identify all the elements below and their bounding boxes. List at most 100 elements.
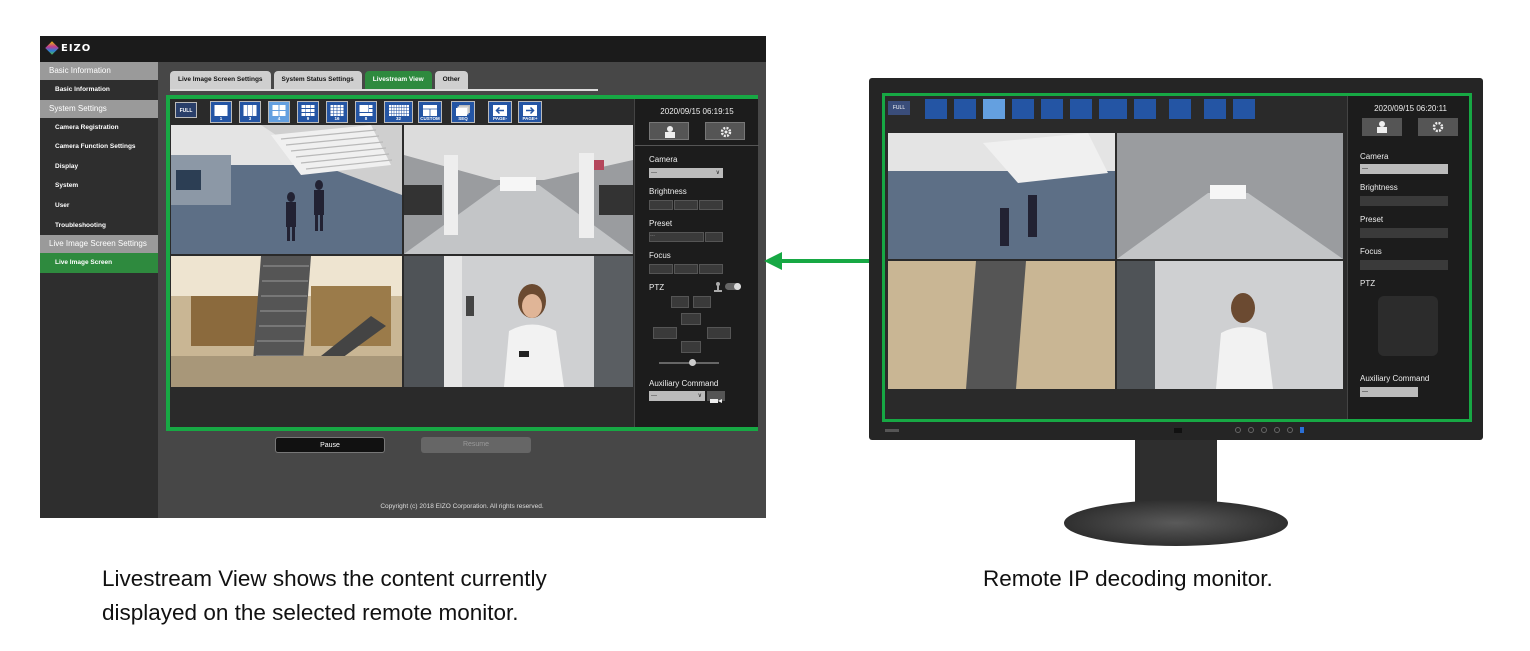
sidebar-item-live-image-screen[interactable]: Live Image Screen (40, 253, 158, 273)
layout-3-button[interactable]: 3 (239, 101, 261, 123)
copyright-text: Copyright (c) 2018 EIZO Corporation. All… (380, 503, 544, 510)
sidebar-item-camera-function-settings[interactable]: Camera Function Settings (40, 137, 158, 157)
aux-command-select[interactable]: --- ∨ (649, 391, 705, 401)
settings-button[interactable] (705, 122, 745, 140)
layout-1-label: 1 (219, 116, 223, 121)
brightness-reset-button[interactable] (674, 200, 698, 210)
aux-send-button[interactable] (707, 391, 725, 403)
monitor-button (1248, 427, 1254, 433)
tab-live-image-screen-settings[interactable]: Live Image Screen Settings (170, 71, 271, 89)
focus-near-button[interactable] (649, 264, 673, 274)
remote-monitor: FULL 2020/09/15 06:20:11 Camera --- Brig… (869, 78, 1483, 440)
monitor-tool-9 (1012, 99, 1034, 119)
layout-custom-button[interactable]: CUSTOM (418, 101, 442, 123)
layout-4-label: 4 (277, 116, 281, 121)
zoom-in-button[interactable] (693, 296, 711, 308)
brightness-down-button[interactable] (649, 200, 673, 210)
layout-9-button[interactable]: 9 (297, 101, 319, 123)
aux-command-value: --- (651, 393, 657, 399)
top-bar: EIZO (40, 36, 766, 62)
monitor-tool-seq (1169, 99, 1191, 119)
ptz-speed-slider[interactable] (659, 359, 719, 366)
layout-8-button[interactable]: 8 (355, 101, 377, 123)
camera-feed-elevator-image (404, 256, 633, 387)
focus-label: Focus (649, 251, 671, 260)
layout-9-label: 9 (306, 116, 310, 121)
layout-32-button[interactable]: 32 (384, 101, 413, 123)
eizo-logo-icon (45, 41, 59, 55)
monitor-datetime: 2020/09/15 06:20:11 (1374, 104, 1447, 113)
monitor-aux-value: --- (1362, 389, 1368, 395)
page-prev-label: PAGE- (493, 116, 507, 121)
page-prev-button[interactable]: PAGE- (488, 101, 512, 123)
camera-feed-parking[interactable] (404, 125, 633, 254)
gear-icon (720, 126, 732, 138)
ptz-right-button[interactable] (707, 327, 731, 339)
ptz-up-button[interactable] (681, 313, 701, 325)
eizo-logo: EIZO (45, 41, 92, 55)
monitor-button (1261, 427, 1267, 433)
page-next-button[interactable]: PAGE+ (518, 101, 542, 123)
caption-left-line-2: displayed on the selected remote monitor… (102, 600, 519, 625)
focus-auto-button[interactable] (674, 264, 698, 274)
ptz-toggle[interactable] (725, 283, 741, 290)
layout-3-label: 3 (248, 116, 252, 121)
ptz-left-button[interactable] (653, 327, 677, 339)
logo-text: EIZO (61, 42, 92, 54)
tab-underline (170, 89, 598, 91)
sidebar-item-display[interactable]: Display (40, 157, 158, 177)
camera-feed-parking-image (404, 125, 633, 254)
caption-right: Remote IP decoding monitor. (983, 566, 1273, 591)
camera-select[interactable]: --- ∨ (649, 168, 723, 178)
preset-select[interactable]: --- (649, 232, 704, 242)
zoom-out-button[interactable] (671, 296, 689, 308)
monitor-tool-16 (1041, 99, 1063, 119)
arrow-right-icon (523, 105, 537, 116)
sidebar-heading-live-image-screen-settings[interactable]: Live Image Screen Settings (40, 235, 158, 254)
caption-left-line-1: Livestream View shows the content curren… (102, 566, 547, 591)
sidebar-heading-system-settings[interactable]: System Settings (40, 99, 158, 118)
layout-1-button[interactable]: 1 (210, 101, 232, 123)
monitor-full-button: FULL (888, 101, 910, 115)
monitor-aux-label: Auxiliary Command (1360, 374, 1430, 383)
monitor-toolbar (925, 99, 1285, 119)
resume-button[interactable]: Resume (421, 437, 531, 453)
sidebar-item-system[interactable]: System (40, 176, 158, 196)
tab-livestream-view[interactable]: Livestream View (364, 71, 432, 89)
monitor-stand-base (1064, 500, 1288, 546)
camera-label: Camera (649, 155, 678, 164)
layout-16-icon (330, 105, 344, 116)
ptz-down-button[interactable] (681, 341, 701, 353)
tab-system-status-settings[interactable]: System Status Settings (273, 71, 362, 89)
monitor-tool-custom (1134, 99, 1156, 119)
brightness-up-button[interactable] (699, 200, 723, 210)
chevron-down-icon: ∨ (715, 170, 720, 176)
camera-select-value: --- (651, 170, 657, 176)
sidebar-heading-basic-information[interactable]: Basic Information (40, 62, 158, 80)
full-button[interactable]: FULL (175, 102, 197, 118)
sidebar-item-troubleshooting[interactable]: Troubleshooting (40, 216, 158, 236)
user-icon (1377, 121, 1387, 133)
pause-button[interactable]: Pause (275, 437, 385, 453)
layout-16-button[interactable]: 16 (326, 101, 348, 123)
monitor-aux-select: --- (1360, 387, 1418, 397)
sidebar-item-camera-registration[interactable]: Camera Registration (40, 118, 158, 138)
preset-go-button[interactable] (705, 232, 723, 242)
tab-other[interactable]: Other (434, 71, 468, 89)
sidebar: Basic Information Basic Information Syst… (40, 62, 158, 518)
camera-feed-lobby[interactable] (171, 125, 402, 254)
camera-send-icon (710, 399, 722, 403)
focus-far-button[interactable] (699, 264, 723, 274)
monitor-tool-8 (1070, 99, 1092, 119)
user-button[interactable] (649, 122, 689, 140)
layout-4-button[interactable]: 4 (268, 101, 290, 123)
camera-feed-escalator-image (171, 256, 402, 387)
camera-feed-elevator[interactable] (404, 256, 633, 387)
sidebar-item-user[interactable]: User (40, 196, 158, 216)
camera-feed-escalator[interactable] (171, 256, 402, 387)
ptz-speed-handle[interactable] (689, 359, 696, 366)
layout-1-icon (214, 105, 228, 116)
sequence-button[interactable]: SEQ (451, 101, 475, 123)
sidebar-item-basic-information[interactable]: Basic Information (40, 80, 158, 100)
gear-icon (1432, 121, 1444, 133)
